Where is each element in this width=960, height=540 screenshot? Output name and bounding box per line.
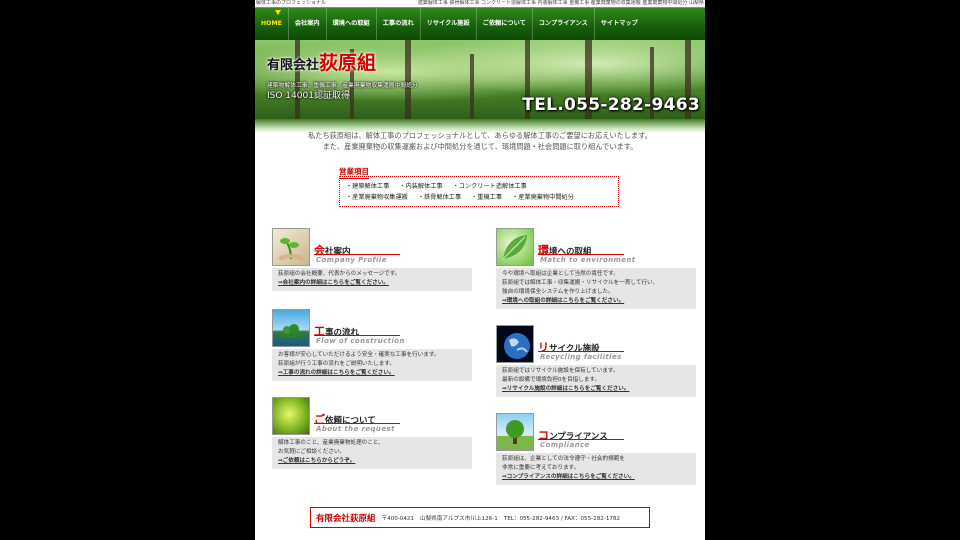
green-orb-icon	[272, 397, 310, 435]
nav-environment[interactable]: 環境への取組	[327, 8, 377, 40]
page: 解体工事のプロフェッショナル 建築解体工事 鉄骨解体工事 コンクリート造解体工事…	[255, 0, 705, 540]
nav-request[interactable]: ご依頼について	[477, 8, 533, 40]
divider	[538, 351, 624, 352]
tree-trunk	[470, 54, 474, 119]
card-subtitle: Match to environment	[540, 256, 636, 264]
top-bar: 解体工事のプロフェッショナル 建築解体工事 鉄骨解体工事 コンクリート造解体工事…	[255, 0, 705, 7]
iso-certification: ISO 14001認証取得	[267, 91, 350, 101]
card-body: お客様が安心していただけるよう安全・確実な工事を行います。 荻原組が行う工事の流…	[272, 349, 472, 381]
flow-link[interactable]: ⇒工事の流れの詳細はこちらをご覧ください。	[278, 369, 466, 378]
card-subtitle: Compliance	[540, 441, 590, 449]
card-body: 荻原組ではリサイクル施設を保有しています。 最新の設備で環境負担0を目指します。…	[496, 365, 696, 397]
hero-banner: 有限会社荻原組 建築物解体工事、重機工事、産業廃棄物収集運搬中間処分 ISO 1…	[255, 40, 705, 119]
card-body: 解体工事のこと、産業廃棄物処理のこと、 お気軽にご相談ください。 ⇒ご依頼はこち…	[272, 437, 472, 469]
divider	[314, 423, 400, 424]
card-subtitle: Recycling facilities	[540, 353, 622, 361]
earth-icon	[496, 325, 534, 363]
divider	[538, 254, 624, 255]
nav-flow[interactable]: 工事の流れ	[377, 8, 421, 40]
sprout-hand-icon	[272, 228, 310, 266]
intro-text: 私たち荻原組は、解体工事のプロフェッショナルとして、あらゆる解体工事のご要望にお…	[308, 131, 652, 151]
nav-recycle[interactable]: リサイクル施設	[421, 8, 477, 40]
company-logo: 有限会社荻原組	[267, 52, 377, 74]
keywords: 建築解体工事 鉄骨解体工事 コンクリート造解体工事 内装解体工事 重機工事 産業…	[417, 0, 704, 6]
card-subtitle: Company Profile	[316, 256, 387, 264]
recycle-link[interactable]: ⇒リサイクル施設の詳細はこちらをご覧ください。	[502, 385, 690, 394]
leaf-icon	[496, 228, 534, 266]
nav-compliance[interactable]: コンプライアンス	[533, 8, 595, 40]
island-icon	[272, 309, 310, 347]
footer-company-name: 有限会社荻原組	[316, 513, 376, 524]
divider	[538, 439, 624, 440]
compliance-link[interactable]: ⇒コンプライアンスの詳細はこちらをご覧ください。	[502, 473, 690, 482]
divider	[314, 335, 400, 336]
card-subtitle: About the request	[316, 425, 395, 433]
tree-icon	[496, 413, 534, 451]
request-link[interactable]: ⇒ご依頼はこちらからどうぞ。	[278, 457, 466, 466]
tagline: 解体工事のプロフェッショナル	[256, 0, 327, 6]
environment-link[interactable]: ⇒環境への取組の詳細はこちらをご覧ください。	[502, 297, 690, 306]
nav-home[interactable]: HOME	[255, 8, 289, 40]
company-link[interactable]: ⇒会社案内の詳細はこちらをご覧ください。	[278, 279, 466, 288]
nav-sitemap[interactable]: サイトマップ	[595, 8, 644, 40]
active-marker-icon	[275, 10, 281, 15]
nav-company[interactable]: 会社案内	[289, 8, 327, 40]
global-nav: HOME 会社案内 環境への取組 工事の流れ リサイクル施設 ご依頼について コ…	[255, 7, 705, 40]
footer-tel: TEL：055-282-9463 / FAX：055-282-1782	[503, 515, 621, 522]
card-body: 荻原組の会社概要、代表からのメッセージです。 ⇒会社案内の詳細はこちらをご覧くだ…	[272, 268, 472, 291]
card-subtitle: Flow of construction	[316, 337, 405, 345]
footer-address: 山梨県南アルプス市川上126-1	[420, 515, 498, 522]
divider	[314, 254, 400, 255]
card-body: 荻原組は、企業としての法令遵守・社会的規範を 非常に重要に考えております。 ⇒コ…	[496, 453, 696, 485]
business-list: ・建築解体工事 ・内装解体工事 ・コンクリート造解体工事 ・産業廃棄物収集運搬 …	[339, 176, 619, 207]
footer-postal: 〒400-0421	[381, 515, 415, 522]
card-body: 今や環境へ取組は企業として当然の責任です。 荻原組では解体工事・収集運搬・リサイ…	[496, 268, 696, 309]
hero-phone: TEL.055-282-9463	[522, 95, 700, 115]
footer: 有限会社荻原組 〒400-0421 山梨県南アルプス市川上126-1 TEL：0…	[310, 507, 650, 528]
